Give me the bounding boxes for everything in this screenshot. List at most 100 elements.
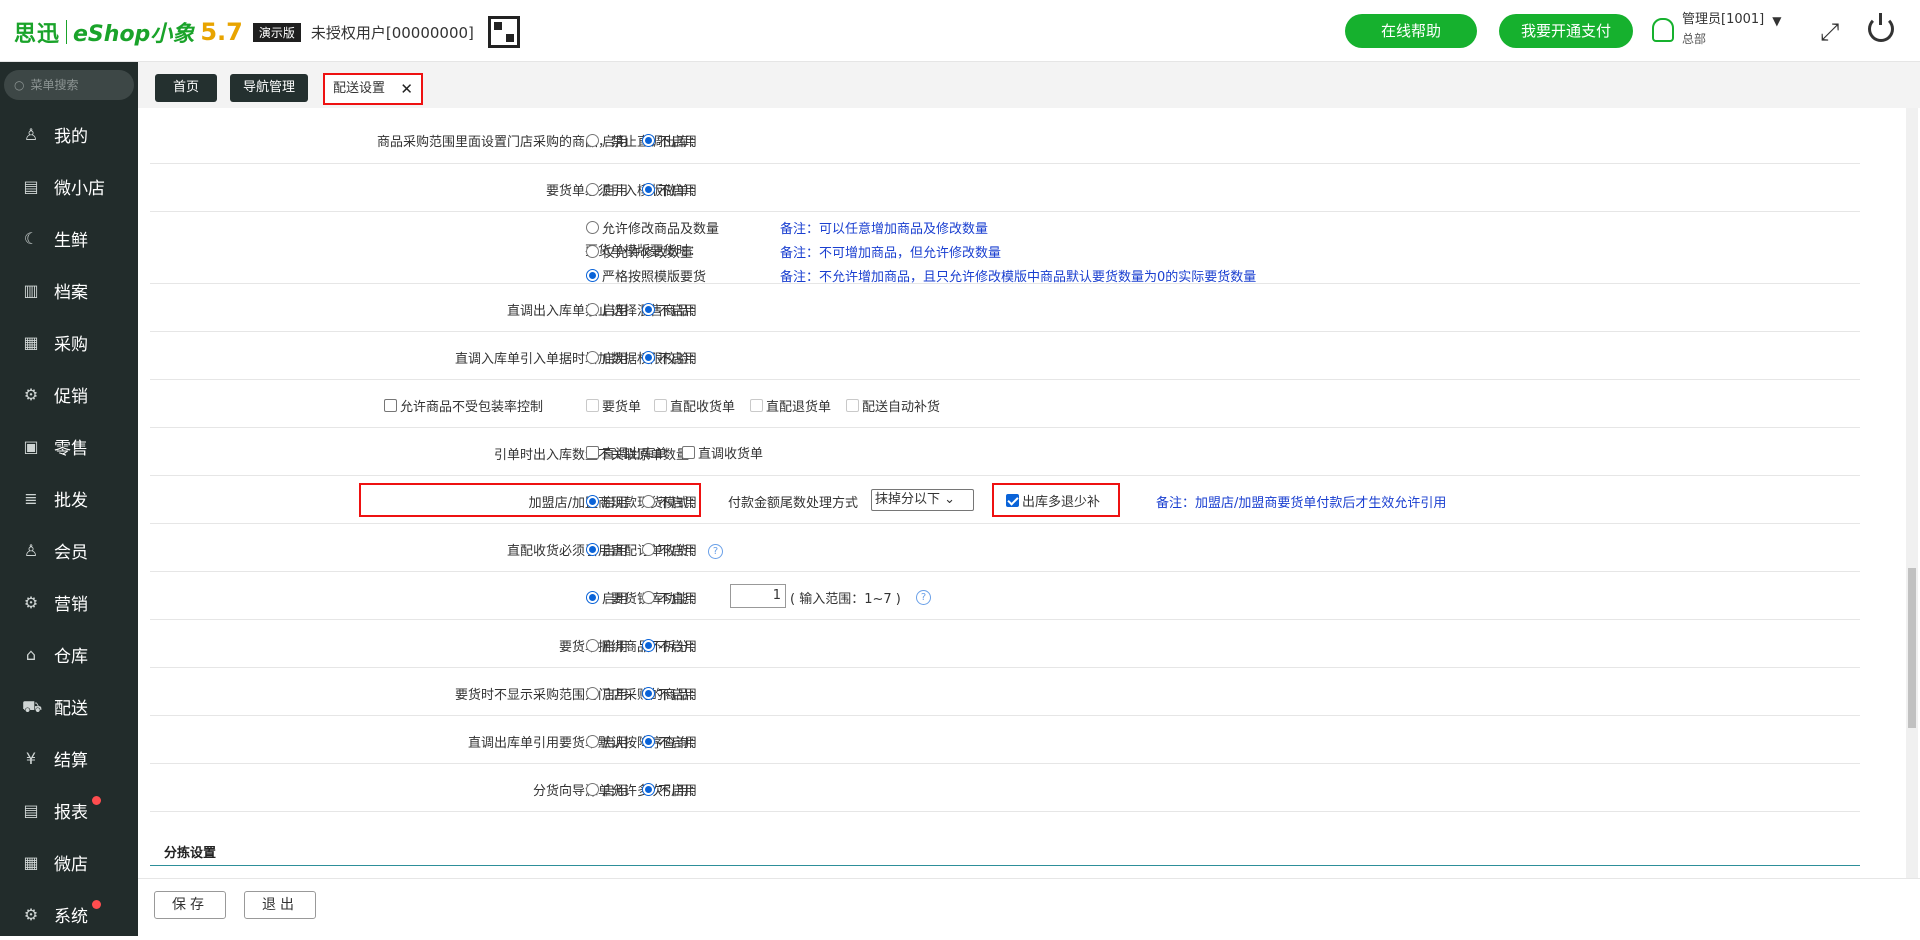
checkbox-order: 要货单 (586, 396, 641, 415)
menu-icon: ▦ (23, 333, 39, 352)
sidebar-item[interactable]: ▦ 微店 (0, 836, 138, 888)
note-text: 备注：不允许增加商品，且只允许修改模版中商品默认要货数量为0的实际要货数量 (780, 270, 1257, 285)
menu-icon: ⚙ (23, 593, 39, 612)
checkbox-allow-pack-rate[interactable]: 允许商品不受包装率控制 (384, 396, 543, 415)
radio-enable[interactable]: 启用 (586, 540, 628, 559)
sidebar-item[interactable]: ⚙ 营销 (0, 576, 138, 628)
sidebar-item-label: 档案 (54, 282, 88, 303)
tab-delivery-settings[interactable]: 配送设置 ✕ (323, 73, 423, 105)
radio-disable[interactable]: 不启用 (642, 492, 697, 511)
sidebar-item[interactable]: ⌂ 仓库 (0, 628, 138, 680)
tab-home[interactable]: 首页 (155, 74, 217, 102)
checkbox-refund-diff[interactable]: 出库多退少补 (1006, 491, 1100, 510)
brand-logo: 思迅 eShop小象 5.7 演示版 未授权用户[00000000] (14, 16, 520, 48)
sidebar-item[interactable]: ¥ 结算 (0, 732, 138, 784)
scrollbar-thumb[interactable] (1908, 568, 1916, 728)
checkbox-direct-receive: 直配收货单 (654, 396, 735, 415)
help-icon[interactable]: ? (708, 544, 723, 559)
user-org: 总部 (1682, 32, 1707, 46)
sidebar-item[interactable]: ♙ 会员 (0, 524, 138, 576)
radio-allow-edit-qty[interactable]: 仅允许修改数量 (586, 242, 693, 261)
menu-icon: ⚙ (23, 385, 39, 404)
radio-disable[interactable]: 不启用 (642, 780, 697, 799)
radio-disable[interactable]: 不启用 (642, 540, 697, 559)
sidebar-item[interactable]: ▤ 微小店 (0, 160, 138, 212)
radio-allow-edit-all[interactable]: 允许修改商品及数量 (586, 218, 719, 237)
exit-button[interactable]: 退出 (244, 891, 316, 919)
vertical-scrollbar[interactable] (1906, 108, 1918, 878)
radio-enable[interactable]: 启用 (586, 131, 628, 150)
radio-enable[interactable]: 启用 (586, 732, 628, 751)
radio-disable[interactable]: 不启用 (642, 180, 697, 199)
fullscreen-icon[interactable]: ⤢ (1820, 18, 1839, 46)
sidebar-item-label: 批发 (54, 490, 88, 511)
close-icon[interactable]: ✕ (400, 75, 413, 103)
checkbox-direct-in[interactable]: 直调收货单 (682, 443, 763, 462)
radio-enable[interactable]: 启用 (586, 588, 628, 607)
user-icon (1652, 18, 1674, 42)
menu-icon: ¥ (25, 749, 37, 768)
pay-rounding-select[interactable]: 抹掉分以下 ⌄ (871, 489, 974, 511)
radio-disable[interactable]: 不启用 (642, 732, 697, 751)
sidebar: ○ 菜单搜索 ♙ 我的 ▤ 微小店 ☾ 生鲜 ▥ 档案 ▦ 采购 ⚙ 促销 ▣ 零售 ≣ 批发 ♙ 会员 ⚙ 营销 ⌂ 仓… (0, 62, 138, 936)
power-icon[interactable] (1868, 13, 1894, 42)
radio-enable[interactable]: 启用 (586, 348, 628, 367)
note-text: 备注：加盟店/加盟商要货单付款后才生效允许引用 (1156, 496, 1447, 511)
sidebar-item[interactable]: ⚙ 促销 (0, 368, 138, 420)
radio-disable[interactable]: 不启用 (642, 348, 697, 367)
setting-row: 直配收货必须引用直配订单收货： 启用 不启用 ? (150, 524, 1860, 572)
checkbox-direct-out[interactable]: 直调出库单 (586, 443, 667, 462)
setting-row: 要货锁库功能： 启用 不启用 1 ( 输入范围：1~7 ) ? (150, 572, 1860, 620)
sidebar-item[interactable]: ▤ 报表 (0, 784, 138, 836)
lock-days-input[interactable]: 1 (730, 584, 786, 608)
open-payment-button[interactable]: 我要开通支付 (1499, 14, 1633, 48)
sidebar-item[interactable]: ≣ 批发 (0, 472, 138, 524)
sidebar-item[interactable]: ⛟ 配送 (0, 680, 138, 732)
setting-row: 引单时出入库数量不关联原单数量： 直调出库单 直调收货单 (150, 428, 1860, 476)
sidebar-item-label: 零售 (54, 438, 88, 459)
menu-icon: ⛟ (22, 697, 43, 716)
online-help-button[interactable]: 在线帮助 (1345, 14, 1477, 48)
logo-version: 5.7 (200, 18, 243, 46)
qr-code-icon[interactable] (487, 16, 520, 48)
sidebar-item-label: 会员 (54, 542, 88, 563)
menu-icon: ▣ (23, 437, 39, 456)
chevron-down-icon[interactable]: ▼ (1772, 14, 1781, 28)
radio-strict-template[interactable]: 严格按照模版要货 (586, 266, 706, 285)
setting-row: 要货单必须引入模版做单： 启用 不启用 (150, 164, 1860, 212)
tab-nav-management[interactable]: 导航管理 (230, 74, 308, 102)
save-button[interactable]: 保存 (154, 891, 226, 919)
setting-row: 直调入库单引入单据时增加数据权限校验： 启用 不启用 (150, 332, 1860, 380)
radio-disable[interactable]: 不启用 (642, 131, 697, 150)
radio-disable[interactable]: 不启用 (642, 636, 697, 655)
sidebar-item[interactable]: ☾ 生鲜 (0, 212, 138, 264)
radio-enable[interactable]: 启用 (586, 636, 628, 655)
setting-row: 商品采购范围里面设置门店采购的商品，禁止直调出库： 启用 不启用 (150, 108, 1860, 164)
sidebar-item[interactable]: ▥ 档案 (0, 264, 138, 316)
note-text: 备注：可以任意增加商品及修改数量 (780, 222, 989, 237)
sidebar-item[interactable]: ♙ 我的 (0, 108, 138, 160)
radio-disable[interactable]: 不启用 (642, 588, 697, 607)
radio-enable[interactable]: 启用 (586, 492, 628, 511)
setting-row: 允许商品不受包装率控制 要货单 直配收货单 直配退货单 配送自动补货 (150, 380, 1860, 428)
radio-enable[interactable]: 启用 (586, 300, 628, 319)
radio-enable[interactable]: 启用 (586, 780, 628, 799)
sidebar-item[interactable]: ▣ 零售 (0, 420, 138, 472)
logo-separator (66, 20, 68, 44)
menu-search-input[interactable]: ○ 菜单搜索 (4, 70, 134, 100)
menu-icon: ⌂ (25, 645, 37, 664)
user-menu[interactable]: 管理员[1001] 总部 ▼ (1652, 10, 1781, 48)
notification-dot (92, 900, 101, 909)
menu-icon: ⚙ (23, 905, 39, 924)
setting-row: 直调出入库单禁止选择混售商品： 启用 不启用 (150, 284, 1860, 332)
sidebar-item-label: 仓库 (54, 646, 88, 667)
sidebar-item[interactable]: ▦ 采购 (0, 316, 138, 368)
sidebar-item[interactable]: ⚙ 系统 (0, 888, 138, 940)
help-icon[interactable]: ? (916, 590, 931, 605)
radio-enable[interactable]: 启用 (586, 180, 628, 199)
tab-label: 配送设置 (333, 81, 386, 96)
radio-enable[interactable]: 启用 (586, 684, 628, 703)
unauthorized-user: 未授权用户[00000000] (310, 23, 474, 42)
radio-disable[interactable]: 不启用 (642, 684, 697, 703)
radio-disable[interactable]: 不启用 (642, 300, 697, 319)
